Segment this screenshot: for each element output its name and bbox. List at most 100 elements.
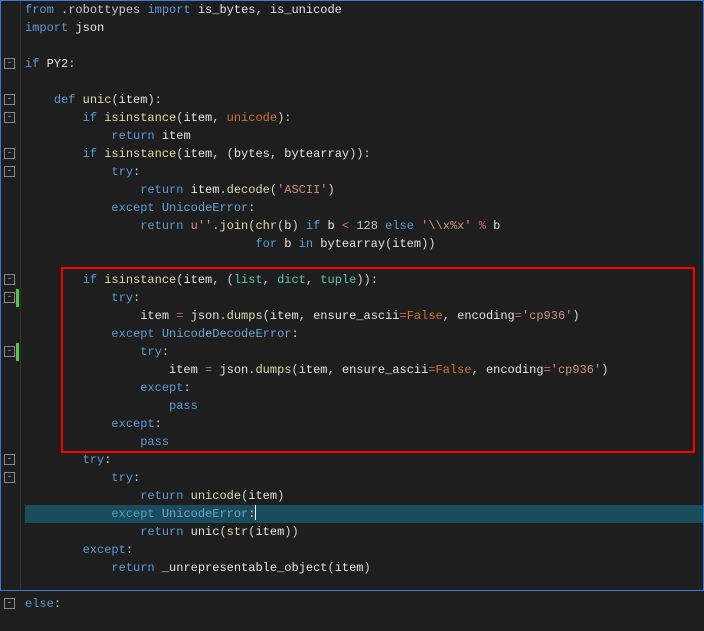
token-op: ) xyxy=(601,363,608,377)
code-line[interactable]: try: xyxy=(25,469,703,487)
token-id: unic xyxy=(191,525,220,539)
token-op: , xyxy=(263,273,277,287)
token-kw: except xyxy=(111,327,154,341)
code-line[interactable]: except UnicodeError: xyxy=(25,505,703,523)
code-line[interactable]: item = json.dumps(item, ensure_ascii=Fal… xyxy=(25,361,703,379)
code-line[interactable]: return item.decode('ASCII') xyxy=(25,181,703,199)
code-line[interactable]: else: xyxy=(25,595,703,613)
token-op xyxy=(25,381,140,395)
token-id: PY2 xyxy=(47,57,69,71)
code-line[interactable]: try: xyxy=(25,343,703,361)
code-line[interactable]: if isinstance(item, (list, dict, tuple))… xyxy=(25,271,703,289)
token-lt: = xyxy=(400,309,407,323)
token-op: ) xyxy=(572,309,579,323)
token-lt: = xyxy=(515,309,522,323)
token-op xyxy=(183,309,190,323)
token-id: _unrepresentable_object xyxy=(162,561,328,575)
token-op: , xyxy=(270,147,284,161)
code-line[interactable] xyxy=(25,73,703,91)
token-kw: return xyxy=(140,525,183,539)
code-line[interactable]: except: xyxy=(25,379,703,397)
token-op: : xyxy=(291,327,298,341)
fold-toggle[interactable]: - xyxy=(4,94,15,105)
token-kw: return xyxy=(111,129,154,143)
fold-toggle[interactable]: - xyxy=(4,274,15,285)
token-kw: import xyxy=(147,3,190,17)
token-ty: list xyxy=(234,273,263,287)
token-id: b xyxy=(328,219,335,233)
token-id: item xyxy=(335,561,364,575)
token-bi: isinstance xyxy=(104,111,176,125)
token-str: 'ASCII' xyxy=(277,183,327,197)
code-line[interactable]: except UnicodeError: xyxy=(25,199,703,217)
fold-toggle[interactable]: - xyxy=(4,598,15,609)
fold-toggle[interactable]: - xyxy=(4,346,15,357)
token-op: ) xyxy=(364,561,371,575)
token-id: item xyxy=(270,309,299,323)
code-line[interactable]: return _unrepresentable_object(item) xyxy=(25,559,703,577)
token-op xyxy=(335,219,342,233)
token-op xyxy=(25,183,140,197)
code-line[interactable]: except: xyxy=(25,541,703,559)
code-editor[interactable]: ----------- from .robottypes import is_b… xyxy=(0,0,704,591)
code-line[interactable]: try: xyxy=(25,451,703,469)
token-op: , ( xyxy=(212,147,234,161)
code-line[interactable]: from .robottypes import is_bytes, is_uni… xyxy=(25,1,703,19)
code-line[interactable]: if isinstance(item, (bytes, bytearray)): xyxy=(25,145,703,163)
token-op: )): xyxy=(349,147,371,161)
fold-gutter[interactable]: ----------- xyxy=(1,1,21,590)
code-line[interactable]: for b in bytearray(item)) xyxy=(25,235,703,253)
token-op: , xyxy=(328,363,342,377)
token-kw: pass xyxy=(169,399,198,413)
code-area[interactable]: from .robottypes import is_bytes, is_uni… xyxy=(21,1,703,590)
token-id: is_bytes xyxy=(198,3,256,17)
token-id: item xyxy=(169,363,198,377)
token-id: item xyxy=(255,525,284,539)
code-line[interactable]: item = json.dumps(item, ensure_ascii=Fal… xyxy=(25,307,703,325)
token-op: , xyxy=(443,309,457,323)
code-line[interactable]: return unic(str(item)) xyxy=(25,523,703,541)
fold-toggle[interactable]: - xyxy=(4,58,15,69)
token-false: False xyxy=(436,363,472,377)
code-line[interactable]: try: xyxy=(25,289,703,307)
code-line[interactable]: return item xyxy=(25,127,703,145)
fold-toggle[interactable]: - xyxy=(4,148,15,159)
token-orange: unicode xyxy=(227,111,277,125)
token-id: encoding xyxy=(486,363,544,377)
code-line[interactable]: import json xyxy=(25,19,703,37)
code-line[interactable] xyxy=(25,613,703,631)
code-line[interactable]: return u''.join(chr(b) if b < 128 else '… xyxy=(25,217,703,235)
token-op: : xyxy=(162,345,169,359)
fold-toggle[interactable]: - xyxy=(4,292,15,303)
code-line[interactable]: pass xyxy=(25,397,703,415)
code-line[interactable]: def unic(item): xyxy=(25,91,703,109)
token-id: item xyxy=(140,309,169,323)
code-line[interactable]: if PY2: xyxy=(25,55,703,73)
code-line[interactable] xyxy=(25,253,703,271)
code-line[interactable]: pass xyxy=(25,433,703,451)
code-line[interactable]: except: xyxy=(25,415,703,433)
token-id: json xyxy=(191,309,220,323)
fold-toggle[interactable]: - xyxy=(4,112,15,123)
fold-toggle[interactable]: - xyxy=(4,454,15,465)
fold-toggle[interactable]: - xyxy=(4,472,15,483)
code-line[interactable] xyxy=(25,37,703,55)
token-op: . xyxy=(219,309,226,323)
code-line[interactable] xyxy=(25,577,703,595)
code-line[interactable]: except UnicodeDecodeError: xyxy=(25,325,703,343)
token-str: 'cp936' xyxy=(522,309,572,323)
code-line[interactable]: if isinstance(item, unicode): xyxy=(25,109,703,127)
code-line[interactable]: try: xyxy=(25,163,703,181)
fold-toggle[interactable]: - xyxy=(4,166,15,177)
token-id: b xyxy=(493,219,500,233)
token-bi: unicode xyxy=(191,489,241,503)
token-id: item xyxy=(183,273,212,287)
token-kw: except xyxy=(140,381,183,395)
token-op xyxy=(183,183,190,197)
token-ex: UnicodeDecodeError xyxy=(162,327,292,341)
code-line[interactable]: return unicode(item) xyxy=(25,487,703,505)
token-str: 'cp936' xyxy=(551,363,601,377)
token-id: is_unicode xyxy=(270,3,342,17)
token-kw: return xyxy=(111,561,154,575)
token-op: : xyxy=(248,507,255,521)
